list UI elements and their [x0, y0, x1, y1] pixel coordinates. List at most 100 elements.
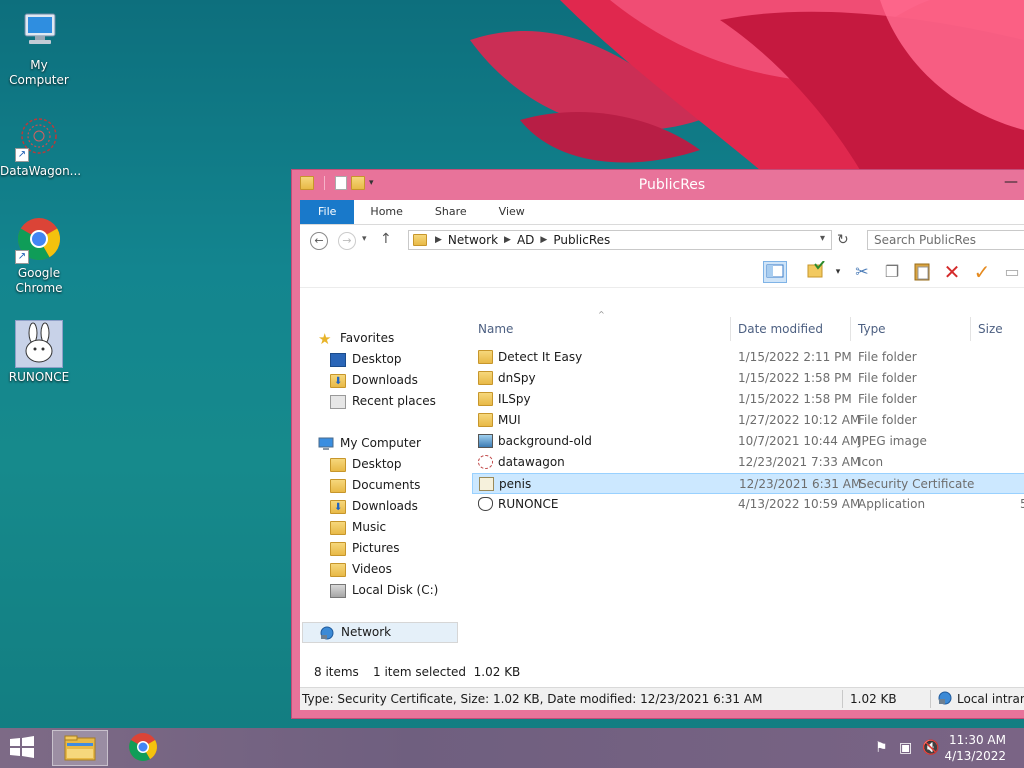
rename-check-icon[interactable]: ✓ — [970, 261, 994, 283]
select-all-icon[interactable] — [804, 260, 828, 283]
nav-item-desktop[interactable]: Desktop — [330, 349, 402, 370]
file-type: JPEG image — [858, 434, 927, 448]
nav-label: Recent places — [352, 394, 436, 408]
file-row[interactable]: dnSpy 1/15/2022 1:58 PM File folder — [472, 368, 1024, 389]
file-row[interactable]: penis 12/23/2021 6:31 AM Security Certific… — [472, 473, 1024, 494]
address-dropdown-icon[interactable]: ▾ — [820, 233, 825, 244]
desktop-icon-label: RUNONCE — [8, 370, 70, 384]
column-header-size[interactable]: Size — [978, 317, 1003, 341]
nav-network[interactable]: Network — [302, 622, 458, 643]
search-input[interactable]: Search PublicRes — [867, 230, 1024, 250]
action-center-flag-icon[interactable]: ⚑ — [875, 740, 888, 756]
nav-item-desktop[interactable]: Desktop — [330, 454, 402, 475]
selection-info: 1 item selected 1.02 KB — [373, 665, 521, 679]
breadcrumb-publicres[interactable]: PublicRes — [547, 233, 616, 247]
music-icon — [330, 520, 346, 535]
nav-item-music[interactable]: Music — [330, 517, 386, 538]
file-date: 1/27/2022 10:12 AM — [738, 413, 861, 427]
recent-locations-icon[interactable]: ▾ — [362, 234, 367, 244]
address-bar[interactable]: ▶ Network ▶ AD ▶ PublicRes ▾ — [408, 230, 832, 250]
copy-icon[interactable]: ❐ — [880, 261, 904, 283]
nav-item-pictures[interactable]: Pictures — [330, 538, 400, 559]
column-divider[interactable] — [970, 317, 971, 341]
file-name: MUI — [498, 413, 521, 427]
file-row[interactable]: MUI 1/27/2022 10:12 AM File folder — [472, 410, 1024, 431]
column-divider[interactable] — [730, 317, 731, 341]
file-row[interactable]: datawagon 12/23/2021 7:33 AMIcon 34 — [472, 452, 1024, 473]
breadcrumb-ad[interactable]: AD — [511, 233, 540, 247]
file-list: ^ Name Date modified Type Size Detect It… — [472, 310, 1024, 660]
file-row[interactable]: ILSpy 1/15/2022 1:58 PM File folder — [472, 389, 1024, 410]
column-divider[interactable] — [850, 317, 851, 341]
file-name: Detect It Easy — [498, 350, 583, 364]
desktop-icon-datawagon[interactable]: ↗ DataWagon... — [0, 114, 81, 179]
preview-pane-button[interactable] — [763, 261, 787, 283]
nav-item-downloads[interactable]: ⬇ Downloads — [330, 496, 418, 517]
forward-button[interactable]: → — [338, 232, 356, 250]
drive-icon — [330, 583, 346, 598]
title-bar[interactable]: ▾ PublicRes — — [292, 170, 1024, 200]
nav-label: Downloads — [352, 373, 418, 387]
refresh-icon[interactable]: ↻ — [837, 232, 849, 248]
taskbar-file-explorer[interactable] — [52, 730, 108, 766]
nav-item-downloads[interactable]: ⬇ Downloads — [330, 370, 418, 391]
network-tray-icon[interactable]: ▣ — [899, 740, 912, 756]
folder-icon — [478, 350, 493, 364]
file-size: 2 — [1003, 474, 1024, 495]
up-arrow-icon[interactable]: ↑ — [380, 231, 392, 247]
zone-icon — [938, 688, 952, 710]
column-header-name[interactable]: Name — [478, 317, 513, 341]
start-button[interactable] — [8, 736, 38, 760]
file-row[interactable]: RUNONCE 4/13/2022 10:59 AMApplication 59,9… — [472, 494, 1024, 515]
taskbar-chrome[interactable] — [116, 730, 172, 766]
cut-icon[interactable]: ✂ — [850, 261, 874, 283]
star-icon: ★ — [318, 329, 332, 348]
nav-favorites[interactable]: ★ Favorites — [318, 328, 394, 349]
select-dropdown-icon[interactable]: ▾ — [826, 261, 850, 283]
nav-label: Desktop — [352, 457, 402, 471]
tab-share[interactable]: Share — [419, 200, 483, 224]
breadcrumb-network[interactable]: Network — [442, 233, 504, 247]
system-clock[interactable]: 11:30 AM 4/13/2022 — [944, 732, 1006, 764]
nav-my-computer[interactable]: My Computer — [318, 433, 421, 454]
details-separator — [842, 690, 843, 708]
file-name: datawagon — [498, 455, 565, 469]
file-row[interactable]: Detect It Easy 1/15/2022 2:11 PM File fold… — [472, 347, 1024, 368]
properties-icon[interactable]: ▭ — [1000, 261, 1024, 283]
nav-label: My Computer — [340, 436, 421, 450]
delete-icon[interactable]: ✕ — [940, 261, 964, 283]
nav-item-videos[interactable]: Videos — [330, 559, 392, 580]
column-header-date-modified[interactable]: Date modified — [738, 317, 823, 341]
desktop-icon — [330, 352, 346, 367]
file-name: penis — [499, 477, 532, 491]
rabbit-icon — [15, 320, 63, 368]
column-header-type[interactable]: Type — [858, 317, 886, 341]
minimize-button[interactable]: — — [1004, 174, 1018, 190]
file-date: 12/23/2021 6:31 AM — [739, 477, 862, 491]
nav-label: Favorites — [340, 331, 395, 345]
file-type: Icon — [858, 455, 884, 469]
desktop-icon-runonce[interactable]: RUNONCE — [0, 320, 78, 385]
taskbar: ⚑ ▣ 🔇 11:30 AM 4/13/2022 — [0, 728, 1024, 768]
file-row[interactable]: background-old 10/7/2021 10:44 AM JPEG ima… — [472, 431, 1024, 452]
explorer-body: ★ Favorites Desktop ⬇ Downloads Recent p… — [300, 310, 1024, 660]
desktop-icon-chrome[interactable]: ↗ Google Chrome — [0, 216, 78, 296]
tab-view[interactable]: View — [483, 200, 541, 224]
nav-label: Local Disk (C:) — [352, 583, 439, 597]
tab-home[interactable]: Home — [354, 200, 418, 224]
file-size: 34 — [1002, 452, 1024, 473]
back-button[interactable]: ← — [310, 232, 328, 250]
nav-item-recent-places[interactable]: Recent places — [330, 391, 436, 412]
security-zone: Local intrane — [957, 692, 1024, 706]
file-type: File folder — [858, 392, 917, 406]
nav-item-documents[interactable]: Documents — [330, 475, 420, 496]
explorer-window[interactable]: ▾ PublicRes — File Home Share View ← → ▾… — [292, 170, 1024, 718]
nav-item-local-disk[interactable]: Local Disk (C:) — [330, 580, 438, 601]
tab-file[interactable]: File — [300, 200, 355, 224]
file-size: 258 — [1002, 431, 1024, 452]
volume-muted-icon[interactable]: 🔇 — [922, 740, 939, 756]
breadcrumb-separator-icon: ▶ — [435, 235, 442, 245]
application-icon — [478, 497, 493, 511]
desktop-icon-my-computer[interactable]: My Computer — [0, 8, 78, 88]
paste-icon[interactable] — [910, 261, 934, 283]
